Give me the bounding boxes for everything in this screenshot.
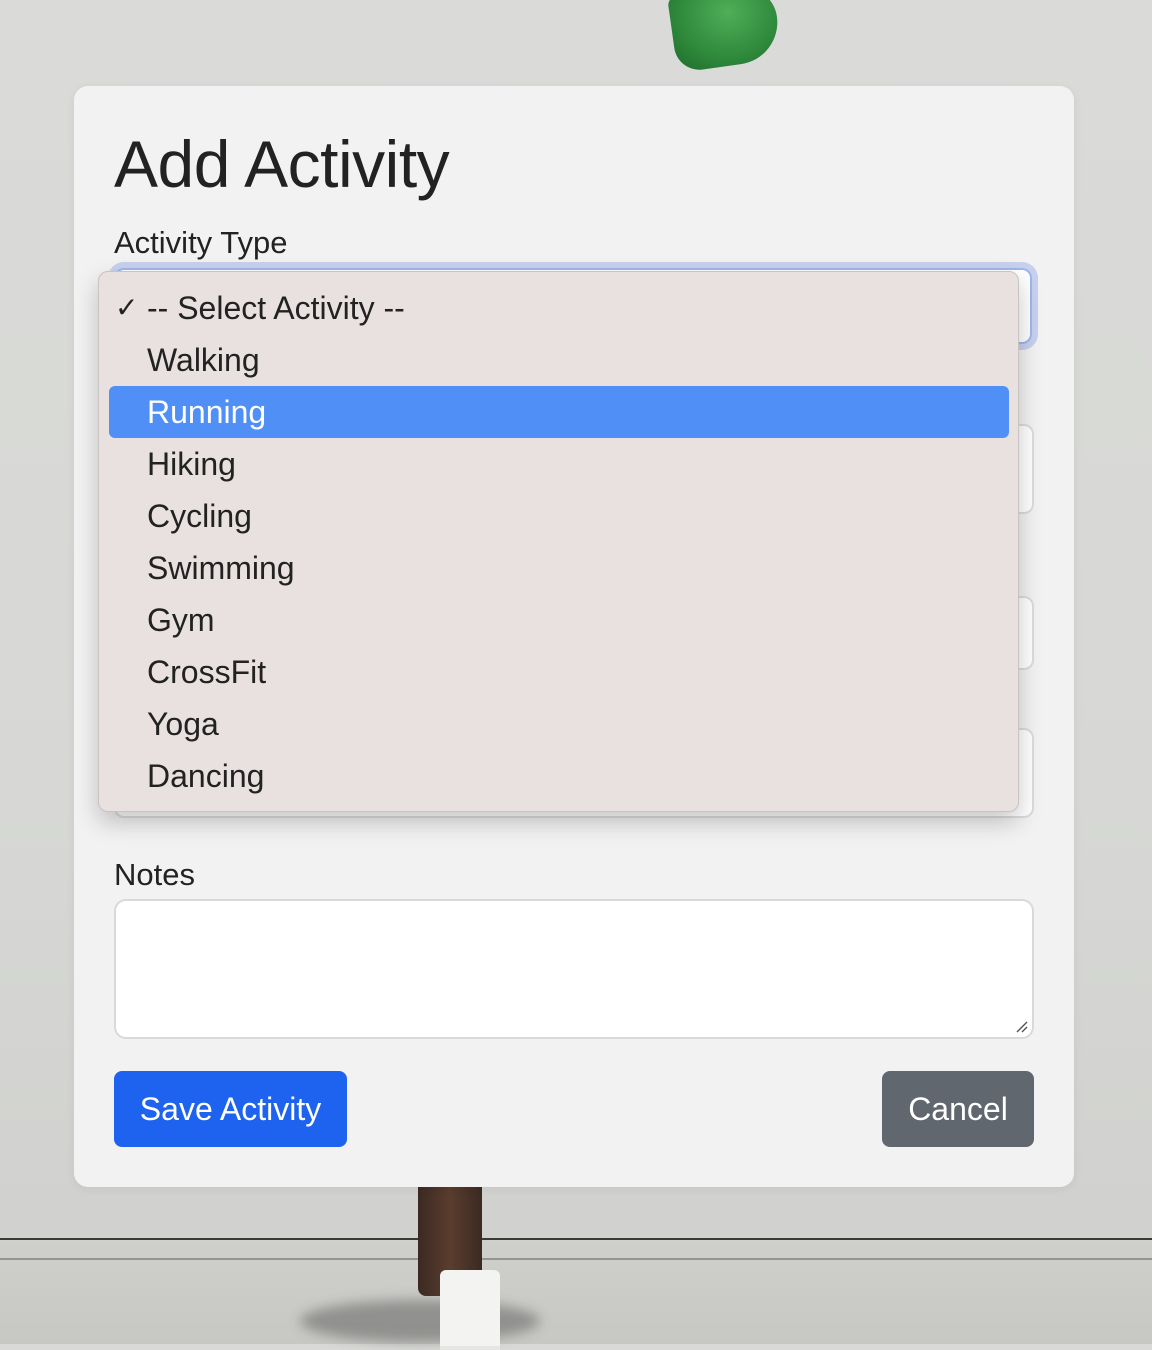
activity-type-label: Activity Type [114, 225, 288, 260]
notes-textarea[interactable] [114, 899, 1034, 1039]
save-activity-button[interactable]: Save Activity [114, 1071, 347, 1147]
page-title: Add Activity [114, 127, 450, 201]
dropdown-option-label: -- Select Activity -- [147, 290, 405, 326]
dropdown-option-label: Running [147, 394, 267, 430]
dropdown-option[interactable]: CrossFit [109, 646, 1009, 698]
resize-grip-icon[interactable] [1014, 1019, 1028, 1033]
activity-type-dropdown-menu: ✓ -- Select Activity -- Walking Running Hiki… [98, 271, 1019, 812]
dropdown-option[interactable]: ✓ -- Select Activity -- [109, 282, 1009, 334]
background-sock [440, 1270, 500, 1350]
dropdown-option-label: Cycling [147, 498, 252, 534]
dropdown-option[interactable]: Hiking [109, 438, 1009, 490]
dropdown-option-label: Hiking [147, 446, 236, 482]
dropdown-option[interactable]: Walking [109, 334, 1009, 386]
dropdown-option-label: Walking [147, 342, 260, 378]
dropdown-option-label: Gym [147, 602, 215, 638]
cancel-button[interactable]: Cancel [882, 1071, 1034, 1147]
background-shadow [300, 1300, 540, 1342]
dropdown-option-label: Swimming [147, 550, 295, 586]
dropdown-option[interactable]: Swimming [109, 542, 1009, 594]
dropdown-option-label: Yoga [147, 706, 219, 742]
notes-label: Notes [114, 857, 195, 892]
dropdown-option-label: Dancing [147, 758, 265, 794]
background-floor [0, 1238, 1152, 1344]
dropdown-option[interactable]: Cycling [109, 490, 1009, 542]
dropdown-option[interactable]: Yoga [109, 698, 1009, 750]
dropdown-option[interactable]: Dancing [109, 750, 1009, 802]
checkmark-icon: ✓ [115, 292, 139, 323]
dropdown-option[interactable]: Gym [109, 594, 1009, 646]
dropdown-option-label: CrossFit [147, 654, 267, 690]
dropdown-option[interactable]: Running [109, 386, 1009, 438]
